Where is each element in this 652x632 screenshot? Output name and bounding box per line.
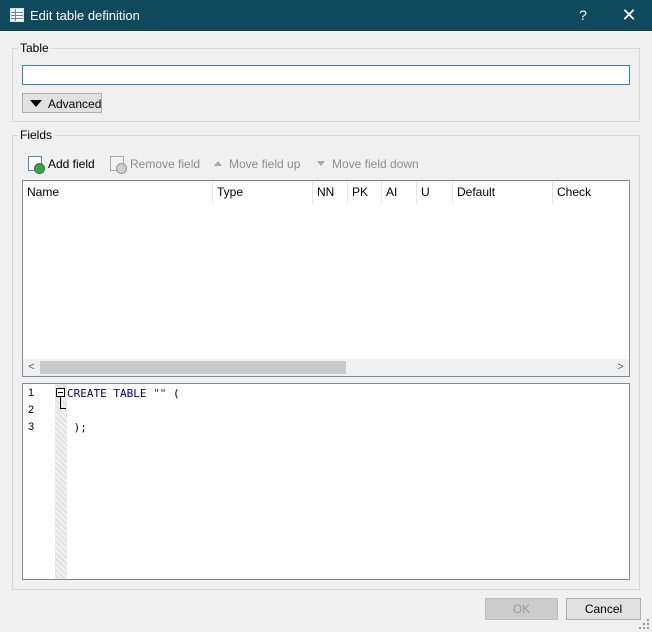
remove-field-button[interactable]: Remove field [110,155,200,174]
fold-collapse-icon[interactable] [56,388,65,397]
fold-end [60,408,66,409]
remove-field-label: Remove field [130,157,201,171]
move-field-down-button[interactable]: Move field down [315,155,419,173]
column-header-nn[interactable]: NN [313,181,348,204]
ok-button[interactable]: OK [485,598,558,620]
fields-group-legend: Fields [18,128,55,142]
window-title: Edit table definition [30,8,140,23]
scrollbar-thumb[interactable] [40,361,346,374]
scroll-right-icon[interactable]: > [612,359,629,376]
line-number: 2 [28,404,35,416]
add-field-label: Add field [48,157,95,171]
move-field-up-label: Move field up [229,157,301,171]
arrow-up-icon [214,161,222,166]
horizontal-scrollbar[interactable]: < > [23,359,629,376]
line-number-gutter: 1 2 3 [23,384,55,579]
table-group-legend: Table [18,41,51,55]
table-icon [10,8,24,22]
add-field-icon [28,156,45,174]
column-header-pk[interactable]: PK [348,181,382,204]
sql-preview-editor[interactable]: 1 2 3 CREATE TABLE "" ( ); [22,383,630,580]
sql-string: "" [153,387,167,400]
code-line-3: ); [67,421,87,434]
line-number: 1 [28,387,35,399]
triangle-down-icon [30,100,42,107]
fields-table-header: Name Type NN PK AI U Default Check [23,181,629,204]
column-header-u[interactable]: U [417,181,453,204]
advanced-toggle-button[interactable]: Advanced [22,93,102,113]
column-header-check[interactable]: Check [553,181,629,204]
fold-margin [55,384,67,579]
fields-table[interactable]: Name Type NN PK AI U Default Check < > [22,180,630,377]
code-line-1: CREATE TABLE "" ( [67,387,180,400]
move-field-down-label: Move field down [332,157,419,171]
table-group [12,48,640,122]
line-number: 3 [28,421,35,433]
column-header-default[interactable]: Default [453,181,553,204]
add-field-button[interactable]: Add field [28,155,95,174]
column-header-ai[interactable]: AI [382,181,417,204]
table-name-input[interactable] [22,65,630,85]
resize-grip-icon[interactable] [639,619,650,630]
sql-keyword: CREATE TABLE [67,387,147,400]
help-button[interactable]: ? [560,0,606,31]
sql-punct: ); [73,421,87,434]
close-button[interactable]: ✕ [606,0,652,31]
cancel-button[interactable]: Cancel [566,598,641,620]
column-header-type[interactable]: Type [213,181,313,204]
title-bar: Edit table definition ? ✕ [0,0,652,31]
advanced-label: Advanced [48,97,102,111]
sql-punct: ( [172,387,180,400]
column-header-name[interactable]: Name [23,181,213,204]
fold-line [60,397,61,408]
remove-field-icon [110,156,127,174]
scroll-left-icon[interactable]: < [23,359,40,376]
arrow-down-icon [317,161,325,166]
move-field-up-button[interactable]: Move field up [212,155,301,173]
